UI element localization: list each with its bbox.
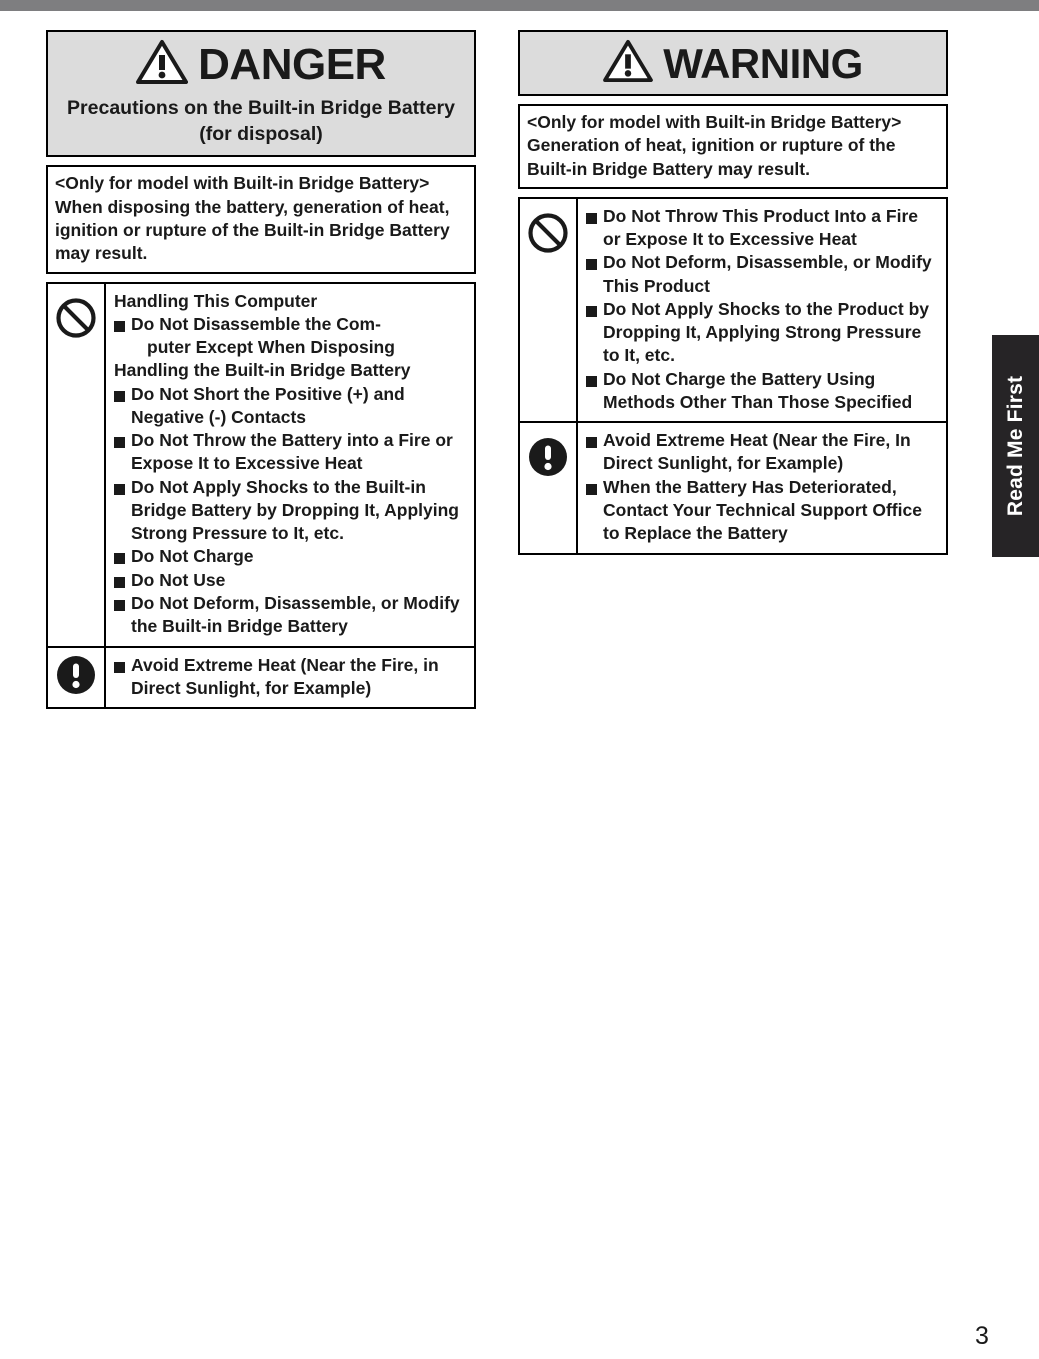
danger-statement-box: <Only for model with Built-in Bridge Bat… [46,165,476,274]
danger-signal-word: DANGER [198,39,386,89]
warning-mandatory-icon-cell [520,423,578,553]
danger-statement-line-2: When disposing the battery, generation o… [55,196,450,264]
danger-prohibition-row: Handling This Computer Do Not Disassembl… [48,283,474,646]
warning-prohibition-icon-cell [520,198,578,422]
bullet-text: Do Not Charge the Battery Using Methods … [603,368,913,412]
bullet-text: Do Not Deform, Disassemble, or Modify Th… [603,252,932,296]
warning-statement-box: <Only for model with Built-in Bridge Bat… [518,104,948,189]
prohibition-icon [527,212,569,259]
warning-prohibition-row: Do Not Throw This Product Into a Fire or… [520,198,946,422]
bullet-text: Do Not Short the Positive (+) and Negati… [131,383,405,427]
list-item: Do Not Deform, Disassemble, or Modify th… [114,592,468,639]
list-item: Do Not Deform, Disassemble, or Modify Th… [586,251,940,298]
bullet-text: Do Not Disassemble the Com- [131,313,381,334]
list-item: Do Not Apply Shocks to the Product by Dr… [586,298,940,368]
section-tab-label: Read Me First [1003,375,1027,517]
warning-signal-word: WARNING [663,39,863,87]
bullet-text: Avoid Extreme Heat (Near the Fire, in Di… [131,654,439,698]
bullet-text: Do Not Apply Shocks to the Product by Dr… [603,298,930,366]
bullet-text: Do Not Throw the Battery into a Fire or … [131,430,453,474]
list-item: Do Not Throw the Battery into a Fire or … [114,429,468,476]
warning-panel: WARNING <Only for model with Built-in Br… [518,30,948,555]
list-item: Do Not Use [114,569,468,592]
bullet-text-continuation: puter Except When Disposing [147,337,395,358]
bullet-text: When the Battery Has Deteriorated, Conta… [603,476,922,544]
mandatory-exclamation-icon [527,436,569,483]
section-tab-read-me-first: Read Me First [992,335,1039,557]
danger-mandatory-text-cell: Avoid Extreme Heat (Near the Fire, in Di… [106,648,474,708]
list-item: Do Not Charge [114,545,468,568]
danger-bullets-battery: Do Not Short the Positive (+) and Negati… [114,383,468,639]
warning-triangle-icon [136,39,189,90]
prohibition-icon [55,297,97,344]
list-item: Do Not Throw This Product Into a Fire or… [586,205,940,252]
danger-prohibition-icon-cell [48,283,106,646]
mandatory-exclamation-icon [55,654,97,701]
warning-mandatory-bullets: Avoid Extreme Heat (Near the Fire, In Di… [586,429,940,545]
list-item: When the Battery Has Deteriorated, Conta… [586,476,940,546]
danger-header: DANGER Precautions on the Built-in Bridg… [46,30,476,158]
danger-subtitle: Precautions on the Built-in Bridge Batte… [67,97,455,145]
bullet-text: Do Not Apply Shocks to the Built-in Brid… [131,476,459,544]
danger-heading-computer: Handling This Computer [114,290,318,311]
danger-panel: DANGER Precautions on the Built-in Bridg… [46,30,476,710]
list-item: Avoid Extreme Heat (Near the Fire, in Di… [114,654,468,701]
danger-bullets-computer: Do Not Disassemble the Com- puter Except… [114,313,468,360]
danger-heading-battery: Handling the Built-in Bridge Battery [114,360,411,381]
warning-signal-row: WARNING [520,32,946,94]
danger-prohibition-text-cell: Handling This Computer Do Not Disassembl… [106,284,474,646]
bullet-text: Do Not Deform, Disassemble, or Modify th… [131,592,460,637]
bullet-text: Avoid Extreme Heat (Near the Fire, In Di… [603,430,911,474]
page-top-rule [0,0,1039,11]
list-item: Do Not Short the Positive (+) and Negati… [114,383,468,430]
warning-statement-line-2: Generation of heat, ignition or rupture … [527,135,896,179]
bullet-text: Do Not Use [131,569,226,590]
warning-icon-table: Do Not Throw This Product Into a Fire or… [518,196,948,555]
warning-mandatory-text-cell: Avoid Extreme Heat (Near the Fire, In Di… [578,423,946,552]
page-number: 3 [975,1322,989,1350]
warning-mandatory-row: Avoid Extreme Heat (Near the Fire, In Di… [520,421,946,553]
danger-icon-table: Handling This Computer Do Not Disassembl… [46,281,476,710]
list-item: Avoid Extreme Heat (Near the Fire, In Di… [586,429,940,476]
list-item: Do Not Apply Shocks to the Built-in Brid… [114,476,468,546]
warning-prohibition-text-cell: Do Not Throw This Product Into a Fire or… [578,199,946,421]
warning-prohibition-bullets: Do Not Throw This Product Into a Fire or… [586,205,940,414]
warning-triangle-icon [603,39,654,88]
bullet-text: Do Not Charge [131,546,254,567]
danger-mandatory-icon-cell [48,647,106,708]
danger-statement-line-1: <Only for model with Built-in Bridge Bat… [55,173,430,194]
danger-mandatory-row: Avoid Extreme Heat (Near the Fire, in Di… [48,645,474,708]
warning-header: WARNING [518,30,948,96]
list-item: Do Not Disassemble the Com- puter Except… [114,313,468,360]
danger-signal-row: DANGER [48,32,474,96]
bullet-text: Do Not Throw This Product Into a Fire or… [603,205,918,250]
warning-statement-line-1: <Only for model with Built-in Bridge Bat… [527,112,902,132]
list-item: Do Not Charge the Battery Using Methods … [586,368,940,415]
danger-mandatory-bullets: Avoid Extreme Heat (Near the Fire, in Di… [114,654,468,701]
